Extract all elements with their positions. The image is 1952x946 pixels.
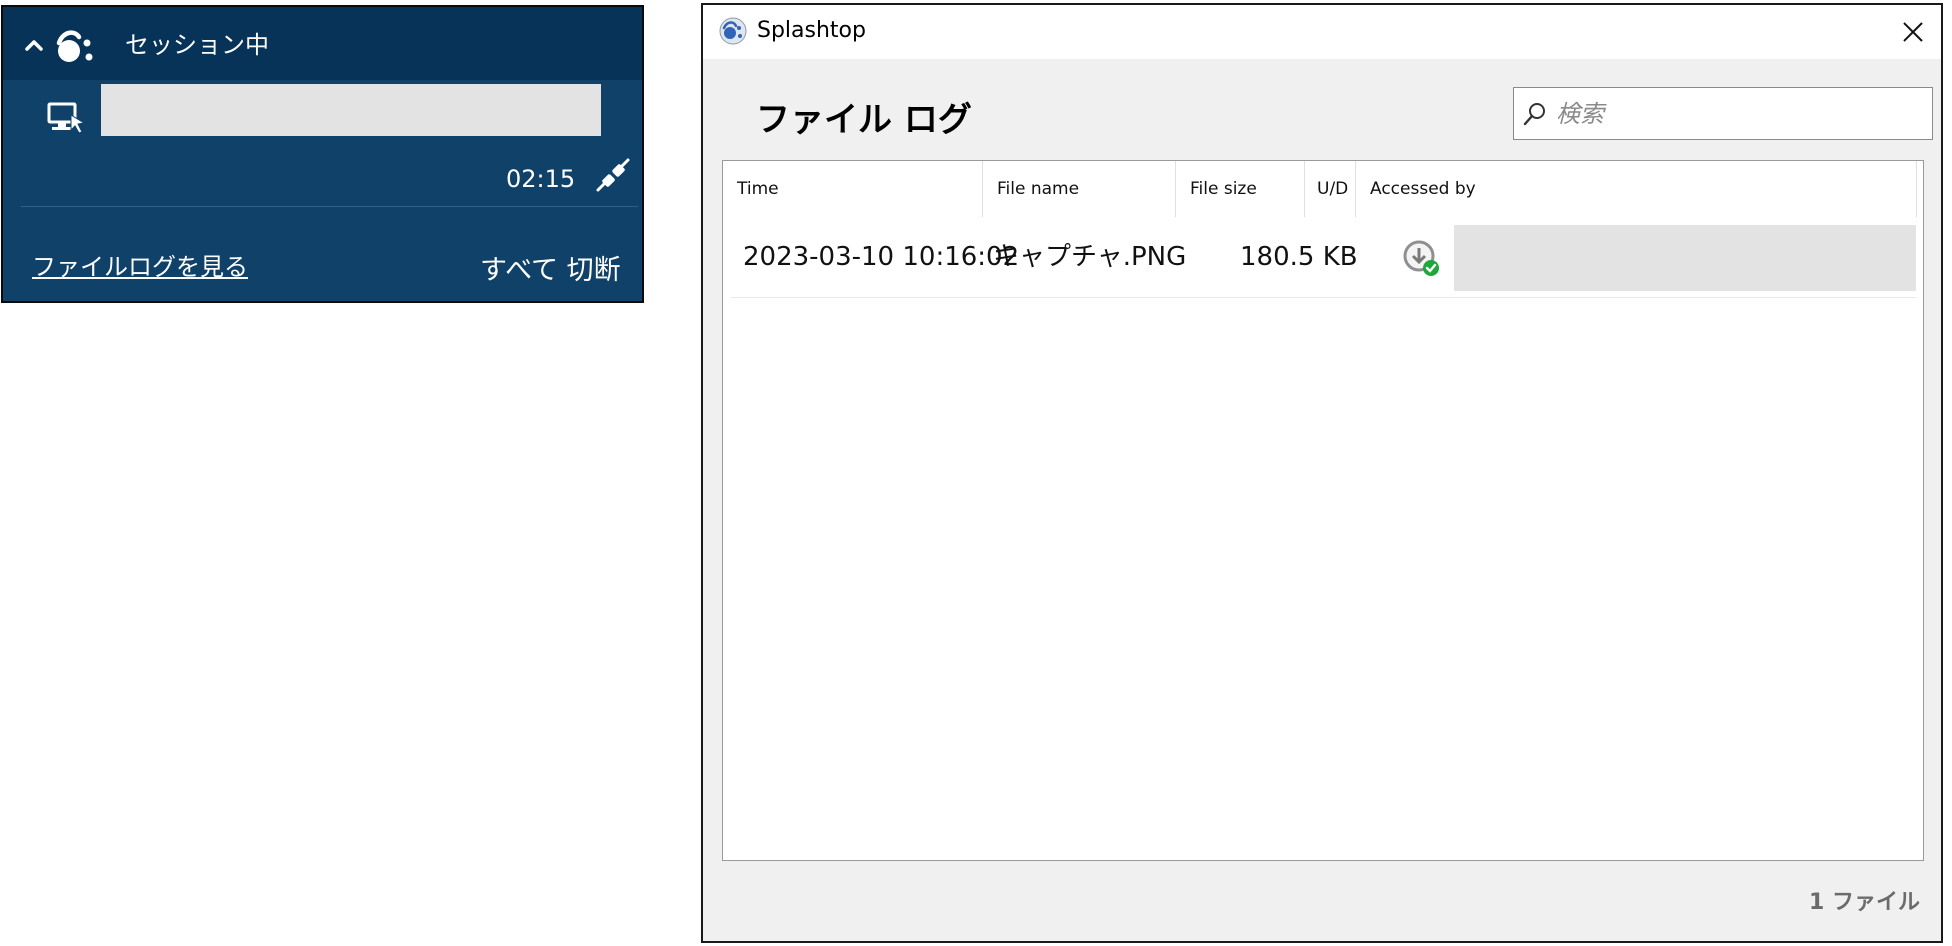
computer-name-field: [101, 84, 601, 136]
page-title: ファイル ログ: [756, 100, 972, 140]
search-icon: [1523, 103, 1545, 126]
close-icon[interactable]: [1899, 18, 1927, 46]
download-complete-icon: [1403, 240, 1439, 276]
table-row[interactable]: 2023-03-10 10:16:02 キャプチャ.PNG 180.5 KB: [731, 217, 1916, 298]
plug-icon[interactable]: [595, 157, 631, 193]
session-panel: セッション中 02:15 ファイルログを見る すべて 切断: [1, 5, 644, 303]
chevron-up-icon[interactable]: [23, 37, 45, 53]
cell-file-size: 180.5 KB: [1240, 242, 1358, 272]
title-bar: Splashtop: [703, 5, 1941, 59]
search-box[interactable]: [1513, 87, 1933, 140]
column-header-time[interactable]: Time: [723, 161, 982, 217]
column-separator[interactable]: [1916, 161, 1917, 217]
splashtop-app-icon: [719, 17, 747, 45]
session-status-title: セッション中: [125, 31, 269, 59]
column-header-file-name[interactable]: File name: [983, 161, 1175, 217]
disconnect-all-button[interactable]: すべて 切断: [480, 254, 621, 288]
file-log-window: Splashtop ファイル ログ Time File name File si…: [701, 3, 1943, 943]
cell-accessed-by: [1454, 225, 1916, 291]
column-header-file-size[interactable]: File size: [1176, 161, 1304, 217]
window-title: Splashtop: [757, 18, 866, 43]
cell-time: 2023-03-10 10:16:02: [743, 242, 1020, 272]
view-file-log-link[interactable]: ファイルログを見る: [32, 251, 248, 283]
session-header: セッション中: [3, 7, 642, 80]
file-log-table: Time File name File size U/D Accessed by…: [722, 160, 1924, 861]
search-input[interactable]: [1556, 96, 1916, 132]
file-count: 1 ファイル: [1809, 890, 1920, 915]
session-elapsed-time: 02:15: [506, 165, 576, 193]
cell-file-name: キャプチャ.PNG: [993, 242, 1187, 272]
monitor-icon: [47, 102, 86, 134]
panel-divider: [21, 206, 638, 207]
table-header-row: Time File name File size U/D Accessed by: [723, 161, 1923, 217]
column-header-ud[interactable]: U/D: [1305, 161, 1355, 217]
splashtop-logo-icon: [56, 30, 93, 62]
column-header-accessed-by[interactable]: Accessed by: [1356, 161, 1916, 217]
